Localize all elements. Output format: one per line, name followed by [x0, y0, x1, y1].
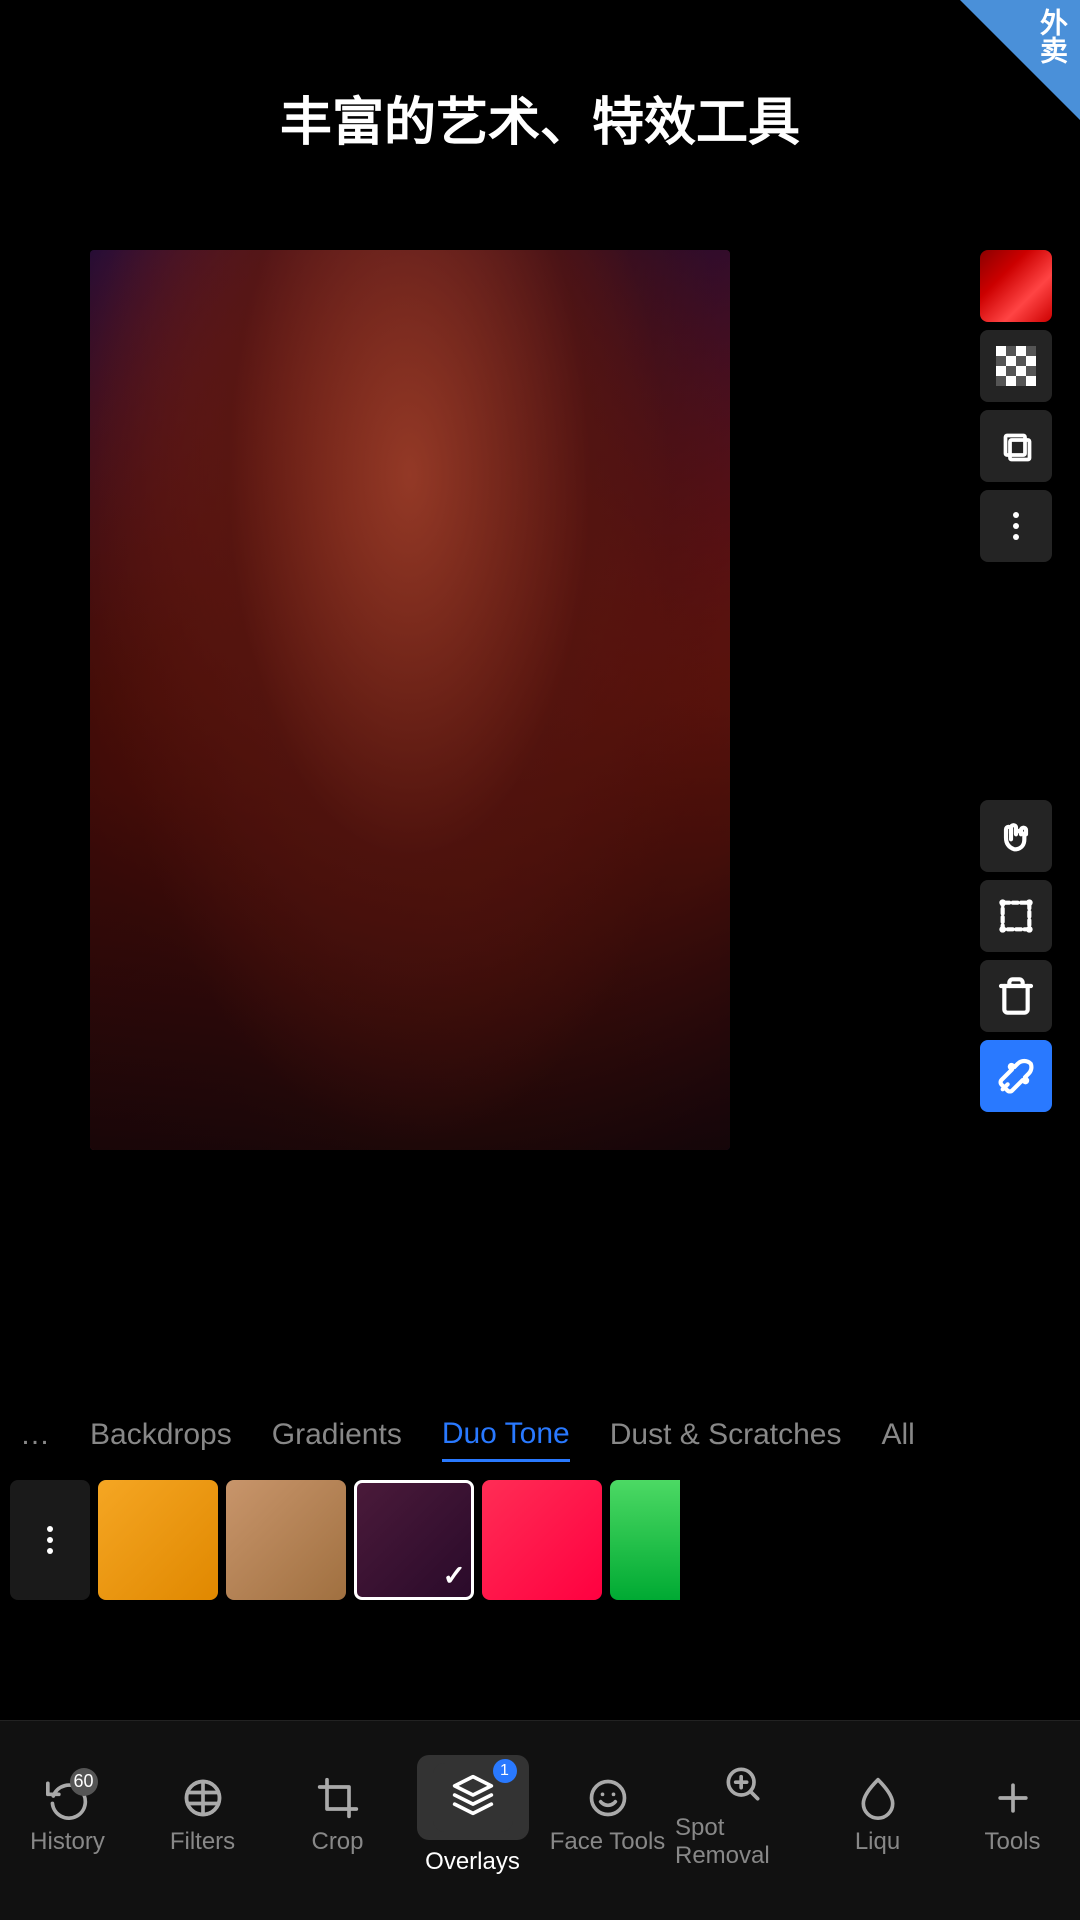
right-toolbar-top [980, 250, 1060, 562]
swatch-tan[interactable] [226, 1480, 346, 1600]
nav-label-filters: Filters [170, 1828, 235, 1856]
tab-all[interactable]: All [881, 1410, 914, 1460]
tab-dust-scratches[interactable]: Dust & Scratches [610, 1410, 842, 1460]
eyedropper-button[interactable] [980, 1040, 1052, 1112]
swatch-purple-dark[interactable]: ✓ [354, 1480, 474, 1600]
nav-item-spot-removal[interactable]: Spot Removal [675, 1762, 810, 1870]
main-image [90, 250, 730, 1150]
more-options-button[interactable] [980, 490, 1052, 562]
nav-item-face-tools[interactable]: Face Tools [540, 1776, 675, 1856]
swatch-hot-pink[interactable] [482, 1480, 602, 1600]
bottom-navigation: 60 History Filters Crop [0, 1720, 1080, 1920]
nav-item-overlays[interactable]: 1 Overlays [405, 1755, 540, 1876]
tab-gradients[interactable]: Gradients [272, 1410, 402, 1460]
nav-item-filters[interactable]: Filters [135, 1776, 270, 1856]
nav-label-crop: Crop [311, 1828, 363, 1856]
nav-label-overlays: Overlays [425, 1848, 520, 1876]
layers-button[interactable] [980, 410, 1052, 482]
partial-tab[interactable]: … [20, 1418, 50, 1452]
tab-backdrops[interactable]: Backdrops [90, 1410, 232, 1460]
transform-button[interactable] [980, 880, 1052, 952]
tab-duo-tone[interactable]: Duo Tone [442, 1409, 570, 1462]
delete-button[interactable] [980, 960, 1052, 1032]
nav-label-tools: Tools [984, 1828, 1040, 1856]
nav-item-liqu[interactable]: Liqu [810, 1776, 945, 1856]
nav-item-crop[interactable]: Crop [270, 1776, 405, 1856]
hand-tool-button[interactable] [980, 800, 1052, 872]
corner-badge-text: 外卖 [1032, 0, 1080, 64]
swatch-green[interactable] [610, 1480, 680, 1600]
nav-label-face-tools: Face Tools [550, 1828, 666, 1856]
nav-label-history: History [30, 1828, 105, 1856]
swatch-more-button[interactable] [10, 1480, 90, 1600]
nav-item-tools[interactable]: Tools [945, 1776, 1080, 1856]
nav-label-spot-removal: Spot Removal [675, 1814, 810, 1870]
history-badge: 60 [70, 1768, 98, 1796]
color-swatch-button[interactable] [980, 250, 1052, 322]
category-tabs: … Backdrops Gradients Duo Tone Dust & Sc… [0, 1400, 1080, 1470]
swatches-row: ✓ [0, 1470, 1080, 1610]
page-title: 丰富的艺术、特效工具 [0, 80, 1080, 155]
swatch-orange[interactable] [98, 1480, 218, 1600]
transparency-button[interactable] [980, 330, 1052, 402]
swatch-selected-checkmark: ✓ [443, 1559, 466, 1592]
nav-label-liqu: Liqu [855, 1828, 900, 1856]
right-toolbar-bottom [980, 800, 1060, 1112]
overlays-badge: 1 [493, 1759, 517, 1783]
nav-item-history[interactable]: 60 History [0, 1776, 135, 1856]
